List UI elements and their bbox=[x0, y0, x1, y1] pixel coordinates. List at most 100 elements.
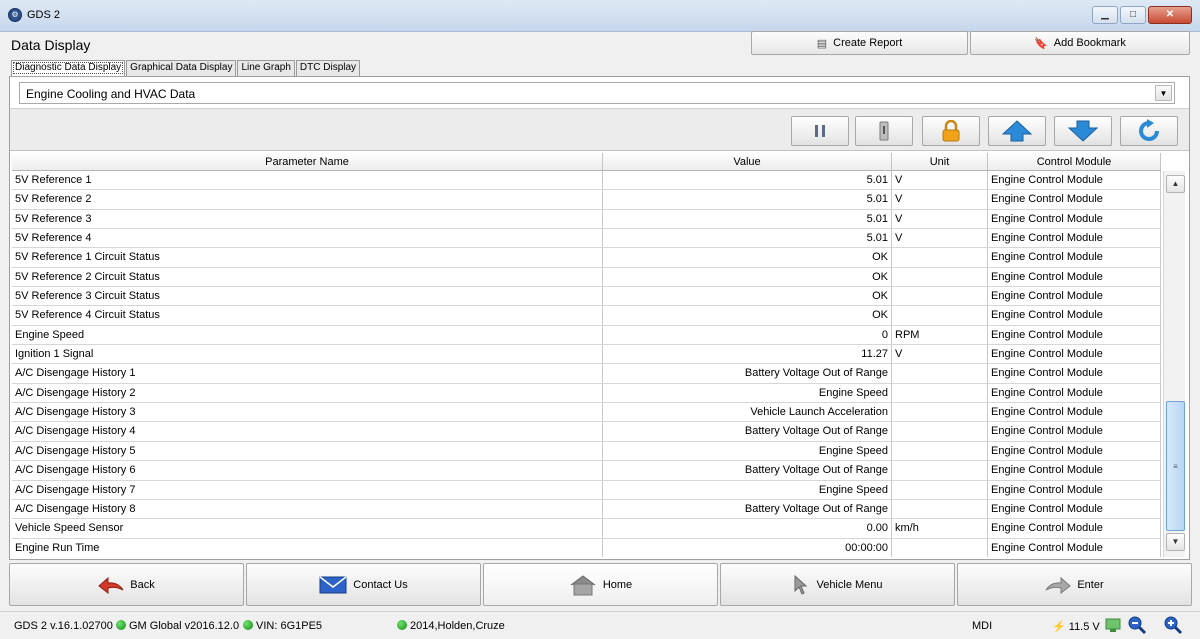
minimize-button[interactable]: ▁ bbox=[1092, 6, 1118, 24]
scroll-thumb[interactable]: ≡ bbox=[1166, 401, 1185, 531]
create-report-label: Create Report bbox=[833, 37, 903, 49]
table-row[interactable]: 5V Reference 3 5.01 V Engine Control Module bbox=[12, 209, 1161, 230]
table-row[interactable]: A/C Disengage History 4 Battery Voltage O… bbox=[12, 422, 1161, 442]
table-row[interactable]: A/C Disengage History 2 Engine Speed Engin… bbox=[12, 383, 1161, 404]
scroll-down-arrow-icon[interactable]: ▼ bbox=[1166, 533, 1185, 551]
lock-button[interactable] bbox=[922, 116, 980, 146]
unit-cell: RPM bbox=[892, 325, 988, 345]
control-module-cell: Engine Control Module bbox=[988, 422, 1161, 441]
control-module-cell: Engine Control Module bbox=[988, 519, 1161, 538]
value-cell: Vehicle Launch Acceleration bbox=[603, 403, 892, 422]
tab-dtc-display[interactable]: DTC Display bbox=[295, 60, 361, 76]
parameter-name-cell: 5V Reference 2 Circuit Status bbox=[12, 267, 603, 287]
maximize-button[interactable]: □ bbox=[1120, 6, 1146, 24]
parameter-name-cell: 5V Reference 4 Circuit Status bbox=[12, 306, 603, 325]
value-cell: Battery Voltage Out of Range bbox=[603, 499, 892, 519]
vehicle-menu-button[interactable]: Vehicle Menu bbox=[720, 563, 955, 606]
value-cell: 5.01 bbox=[603, 209, 892, 229]
column-header-value[interactable]: Value bbox=[603, 153, 892, 170]
parameter-name-cell: Engine Speed bbox=[12, 325, 603, 345]
table-row[interactable]: A/C Disengage History 7 Engine Speed Engin… bbox=[12, 480, 1161, 500]
scroll-up-arrow-icon[interactable]: ▲ bbox=[1166, 175, 1185, 193]
unit-cell bbox=[892, 287, 988, 306]
control-module-cell: Engine Control Module bbox=[988, 383, 1161, 403]
refresh-button[interactable] bbox=[1120, 116, 1178, 146]
table-row[interactable]: Ignition 1 Signal 11.27 V Engine Control Mo… bbox=[12, 345, 1161, 365]
table-row[interactable]: Engine Run Time 00:00:00 Engine Control Mo… bbox=[12, 538, 1161, 557]
control-module-cell: Engine Control Module bbox=[988, 480, 1161, 499]
snapshot-button[interactable] bbox=[855, 116, 913, 146]
table-row[interactable]: A/C Disengage History 3 Vehicle Launch Ac… bbox=[12, 403, 1161, 423]
window-title: GDS 2 bbox=[27, 9, 61, 21]
control-module-cell: Engine Control Module bbox=[988, 171, 1161, 190]
table-row[interactable]: 5V Reference 1 5.01 V Engine Control Module bbox=[12, 171, 1161, 191]
table-row[interactable]: 5V Reference 4 5.01 V Engine Control Module bbox=[12, 229, 1161, 249]
tab-line-graph[interactable]: Line Graph bbox=[237, 60, 295, 76]
table-row[interactable]: 5V Reference 1 Circuit Status OK Engine Co… bbox=[12, 248, 1161, 268]
add-bookmark-label: Add Bookmark bbox=[1053, 37, 1126, 49]
value-cell: Battery Voltage Out of Range bbox=[603, 461, 892, 480]
parameter-name-cell: 5V Reference 2 bbox=[12, 190, 603, 209]
zoom-out-icon[interactable] bbox=[1127, 615, 1147, 638]
pause-icon bbox=[815, 125, 825, 137]
lock-icon bbox=[942, 120, 960, 142]
column-header-parameter[interactable]: Parameter Name bbox=[12, 153, 603, 170]
contact-us-button[interactable]: Contact Us bbox=[246, 563, 481, 606]
value-cell: 5.01 bbox=[603, 229, 892, 248]
table-row[interactable]: Vehicle Speed Sensor 0.00 km/h Engine Contr… bbox=[12, 519, 1161, 539]
home-icon bbox=[570, 574, 596, 595]
close-button[interactable]: ✕ bbox=[1148, 6, 1192, 24]
enter-button[interactable]: Enter bbox=[957, 563, 1192, 606]
control-module-cell: Engine Control Module bbox=[988, 209, 1161, 229]
column-header-control-module[interactable]: Control Module bbox=[988, 153, 1161, 170]
home-label: Home bbox=[602, 578, 633, 591]
scroll-up-button[interactable] bbox=[988, 116, 1046, 146]
table-row[interactable]: 5V Reference 2 5.01 V Engine Control Module bbox=[12, 190, 1161, 210]
chevron-down-icon[interactable]: ▼ bbox=[1155, 85, 1172, 101]
control-module-cell: Engine Control Module bbox=[988, 345, 1161, 364]
parameter-name-cell: A/C Disengage History 6 bbox=[12, 461, 603, 480]
parameter-name-cell: A/C Disengage History 3 bbox=[12, 403, 603, 422]
table-row[interactable]: A/C Disengage History 6 Battery Voltage O… bbox=[12, 461, 1161, 481]
data-list-select[interactable]: Engine Cooling and HVAC Data ▼ bbox=[19, 82, 1175, 104]
table-row[interactable]: 5V Reference 4 Circuit Status OK Engine Co… bbox=[12, 306, 1161, 326]
mdi-text: MDI bbox=[972, 620, 993, 632]
table-scrollbar[interactable]: ▲ ≡ ▼ bbox=[1163, 171, 1185, 557]
home-button[interactable]: Home bbox=[483, 563, 718, 606]
column-header-unit[interactable]: Unit bbox=[892, 153, 988, 170]
unit-cell: V bbox=[892, 209, 988, 229]
gds-logo-icon: ⚙ bbox=[8, 8, 22, 22]
parameter-name-cell: A/C Disengage History 2 bbox=[12, 383, 603, 403]
unit-cell: V bbox=[892, 345, 988, 364]
value-cell: OK bbox=[603, 248, 892, 267]
tab-diagnostic-data-display[interactable]: Diagnostic Data Display bbox=[11, 60, 126, 76]
control-module-cell: Engine Control Module bbox=[988, 364, 1161, 383]
table-row[interactable]: A/C Disengage History 8 Battery Voltage O… bbox=[12, 499, 1161, 520]
parameter-name-cell: A/C Disengage History 7 bbox=[12, 480, 603, 499]
pause-button[interactable] bbox=[791, 116, 849, 146]
back-button[interactable]: Back bbox=[9, 563, 244, 606]
control-module-cell: Engine Control Module bbox=[988, 538, 1161, 557]
contact-us-label: Contact Us bbox=[353, 578, 408, 591]
table-row[interactable]: A/C Disengage History 5 Engine Speed Engin… bbox=[12, 441, 1161, 462]
value-cell: OK bbox=[603, 287, 892, 306]
unit-cell bbox=[892, 383, 988, 403]
table-row[interactable]: Engine Speed 0 RPM Engine Control Module bbox=[12, 325, 1161, 346]
parameter-name-cell: 5V Reference 3 bbox=[12, 209, 603, 229]
unit-cell bbox=[892, 267, 988, 287]
table-row[interactable]: 5V Reference 2 Circuit Status OK Engine Co… bbox=[12, 267, 1161, 288]
table-row[interactable]: 5V Reference 3 Circuit Status OK Engine Co… bbox=[12, 287, 1161, 307]
create-report-button[interactable]: ▤ Create Report bbox=[751, 31, 968, 55]
value-cell: Engine Speed bbox=[603, 480, 892, 499]
parameter-name-cell: Engine Run Time bbox=[12, 538, 603, 557]
table-row[interactable]: A/C Disengage History 1 Battery Voltage O… bbox=[12, 364, 1161, 384]
tab-graphical-data-display[interactable]: Graphical Data Display bbox=[126, 60, 237, 76]
page-title: Data Display bbox=[11, 37, 91, 53]
add-bookmark-button[interactable]: 🔖 Add Bookmark bbox=[970, 31, 1190, 55]
version-text: GDS 2 v.16.1.02700 bbox=[14, 620, 113, 632]
control-module-cell: Engine Control Module bbox=[988, 306, 1161, 325]
scroll-down-button[interactable] bbox=[1054, 116, 1112, 146]
zoom-in-icon[interactable] bbox=[1163, 615, 1183, 638]
unit-cell: V bbox=[892, 171, 988, 190]
value-cell: OK bbox=[603, 306, 892, 325]
